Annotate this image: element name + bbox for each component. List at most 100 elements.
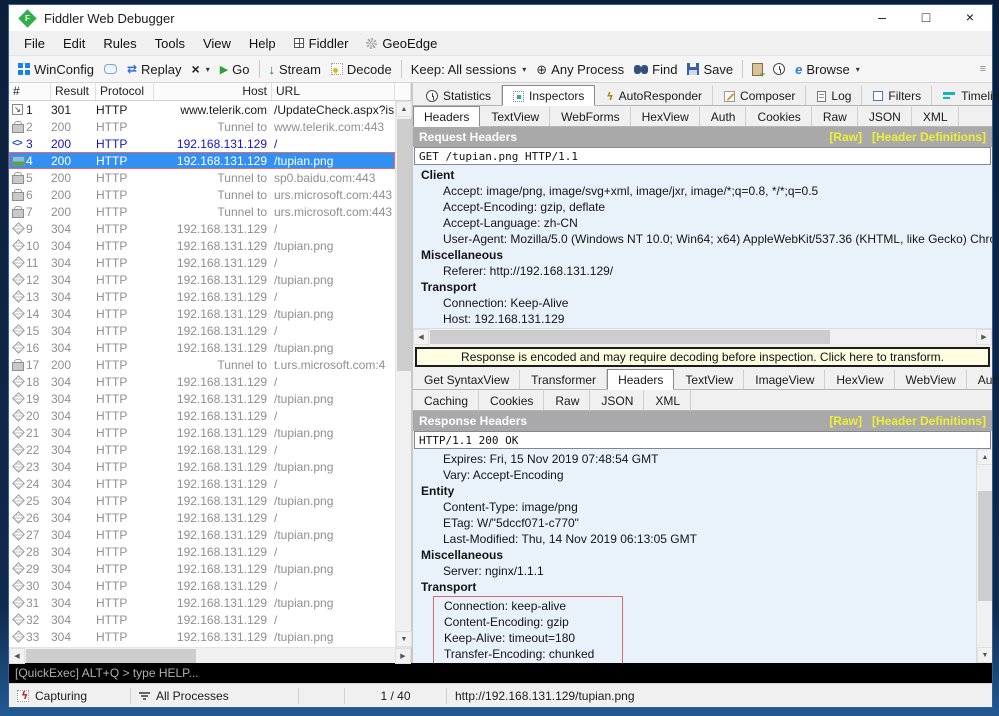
capturing-toggle[interactable]: Capturing <box>9 688 131 704</box>
scrollbar-thumb[interactable] <box>397 119 411 371</box>
tab-inspectors[interactable]: Inspectors <box>502 85 595 106</box>
process-filter[interactable]: All Processes <box>131 688 299 704</box>
maximize-button[interactable]: □ <box>904 5 948 31</box>
session-row-14[interactable]: 14304HTTP192.168.131.129/tupian.png <box>9 305 395 322</box>
header-group[interactable]: Miscellaneous <box>413 547 976 563</box>
session-row-27[interactable]: 27304HTTP192.168.131.129/tupian.png <box>9 526 395 543</box>
tab-xml[interactable]: XML <box>644 390 691 410</box>
tab-json[interactable]: JSON <box>858 106 912 126</box>
scrollbar-thumb[interactable] <box>978 491 992 601</box>
session-row-25[interactable]: 25304HTTP192.168.131.129/tupian.png <box>9 492 395 509</box>
tab-timeline[interactable]: Timeline <box>932 85 999 105</box>
menu-fiddler[interactable]: Fiddler <box>285 34 358 53</box>
tab-cookies[interactable]: Cookies <box>479 390 544 410</box>
keep-sessions-dropdown[interactable]: Keep: All sessions▾ <box>406 60 532 79</box>
tab-webview[interactable]: WebView <box>895 369 967 389</box>
tab-get-syntaxview[interactable]: Get SyntaxView <box>413 369 520 389</box>
screenshot-button[interactable] <box>747 61 768 78</box>
session-row-16[interactable]: 16304HTTP192.168.131.129/tupian.png <box>9 339 395 356</box>
raw-link[interactable]: [Raw] <box>829 414 862 428</box>
session-row-9[interactable]: 9304HTTP192.168.131.129/ <box>9 220 395 237</box>
session-row-20[interactable]: 20304HTTP192.168.131.129/ <box>9 407 395 424</box>
comment-button[interactable] <box>99 62 122 76</box>
session-row-17[interactable]: 17200HTTPTunnel tot.urs.microsoft.com:4 <box>9 356 395 373</box>
session-row-13[interactable]: 13304HTTP192.168.131.129/ <box>9 288 395 305</box>
column-header-number[interactable]: # <box>9 83 51 100</box>
session-row-3[interactable]: <>3200HTTP192.168.131.129/ <box>9 135 395 152</box>
scroll-right-icon[interactable]: ▶ <box>976 329 992 345</box>
timer-button[interactable] <box>768 61 790 77</box>
tab-cookies[interactable]: Cookies <box>746 106 811 126</box>
stream-button[interactable]: ↓Stream <box>264 60 326 79</box>
session-row-15[interactable]: 15304HTTP192.168.131.129/ <box>9 322 395 339</box>
quickexec-bar[interactable]: [QuickExec] ALT+Q > type HELP... <box>9 663 992 683</box>
tab-autoresponder[interactable]: AutoResponder <box>595 85 713 105</box>
winconfig-button[interactable]: WinConfig <box>13 60 99 79</box>
tab-webforms[interactable]: WebForms <box>550 106 630 126</box>
session-list-vertical-scrollbar[interactable]: ▲ ▼ <box>395 101 411 647</box>
response-encoded-notice[interactable]: Response is encoded and may require deco… <box>415 347 990 367</box>
browse-button[interactable]: eBrowse▾ <box>790 60 865 79</box>
session-row-10[interactable]: 10304HTTP192.168.131.129/tupian.png <box>9 237 395 254</box>
save-button[interactable]: Save <box>682 60 738 79</box>
header-group[interactable]: Transport <box>413 279 992 295</box>
session-row-11[interactable]: 11304HTTP192.168.131.129/ <box>9 254 395 271</box>
session-row-6[interactable]: 6200HTTPTunnel tours.microsoft.com:443 <box>9 186 395 203</box>
column-header-protocol[interactable]: Protocol <box>96 83 154 100</box>
tab-textview[interactable]: TextView <box>480 106 550 126</box>
menu-help[interactable]: Help <box>240 34 285 53</box>
column-header-url[interactable]: URL <box>272 83 395 100</box>
tab-statistics[interactable]: Statistics <box>415 85 502 105</box>
scroll-down-icon[interactable]: ▼ <box>396 631 412 647</box>
tab-auth[interactable]: Auth <box>700 106 747 126</box>
session-row-21[interactable]: 21304HTTP192.168.131.129/tupian.png <box>9 424 395 441</box>
session-row-7[interactable]: 7200HTTPTunnel tours.microsoft.com:443 <box>9 203 395 220</box>
request-horizontal-scrollbar[interactable]: ◀ ▶ <box>413 328 992 344</box>
scroll-up-icon[interactable]: ▲ <box>396 101 412 117</box>
tab-transformer[interactable]: Transformer <box>520 369 607 389</box>
session-row-32[interactable]: 32304HTTP192.168.131.129/ <box>9 611 395 628</box>
tab-composer[interactable]: Composer <box>713 85 806 105</box>
scrollbar-thumb[interactable] <box>26 649 196 663</box>
tab-json[interactable]: JSON <box>590 390 644 410</box>
raw-link[interactable]: [Raw] <box>829 130 862 144</box>
response-vertical-scrollbar[interactable]: ▲ ▼ <box>976 449 992 663</box>
session-list-horizontal-scrollbar[interactable]: ◀ ▶ <box>9 647 411 663</box>
menu-geoedge[interactable]: GeoEdge <box>357 34 446 53</box>
session-row-1[interactable]: ↘1301HTTPwww.telerik.com/UpdateCheck.asp… <box>9 101 395 118</box>
decode-button[interactable]: Decode <box>326 60 397 79</box>
scrollbar-thumb[interactable] <box>430 330 830 344</box>
session-row-33[interactable]: 33304HTTP192.168.131.129/tupian.png <box>9 628 395 645</box>
header-group[interactable]: Client <box>413 167 992 183</box>
session-row-30[interactable]: 30304HTTP192.168.131.129/ <box>9 577 395 594</box>
close-button[interactable]: × <box>948 5 992 31</box>
header-group[interactable]: Transport <box>413 579 976 595</box>
column-header-host[interactable]: Host <box>154 83 272 100</box>
tab-raw[interactable]: Raw <box>544 390 590 410</box>
tab-xml[interactable]: XML <box>912 106 959 126</box>
scroll-left-icon[interactable]: ◀ <box>9 648 25 664</box>
replay-button[interactable]: ⇄Replay <box>122 60 187 79</box>
tab-headers[interactable]: Headers <box>413 106 480 127</box>
scroll-up-icon[interactable]: ▲ <box>977 449 992 465</box>
session-row-2[interactable]: 2200HTTPTunnel towww.telerik.com:443 <box>9 118 395 135</box>
tab-raw[interactable]: Raw <box>812 106 858 126</box>
session-row-19[interactable]: 19304HTTP192.168.131.129/tupian.png <box>9 390 395 407</box>
session-row-26[interactable]: 26304HTTP192.168.131.129/ <box>9 509 395 526</box>
session-row-18[interactable]: 18304HTTP192.168.131.129/ <box>9 373 395 390</box>
tab-imageview[interactable]: ImageView <box>744 369 825 389</box>
session-row-22[interactable]: 22304HTTP192.168.131.129/ <box>9 441 395 458</box>
toolbar-overflow[interactable]: ≡ <box>980 63 988 75</box>
scroll-left-icon[interactable]: ◀ <box>413 329 429 345</box>
find-button[interactable]: Find <box>629 60 682 79</box>
session-row-4[interactable]: 4200HTTP192.168.131.129/tupian.png <box>9 152 395 169</box>
column-header-result[interactable]: Result <box>51 83 96 100</box>
tab-hexview[interactable]: HexView <box>825 369 894 389</box>
menu-tools[interactable]: Tools <box>146 34 194 53</box>
any-process-button[interactable]: ⊕Any Process <box>531 60 629 79</box>
header-definitions-link[interactable]: [Header Definitions] <box>872 130 986 144</box>
go-button[interactable]: ▶Go <box>215 60 255 79</box>
session-row-23[interactable]: 23304HTTP192.168.131.129/tupian.png <box>9 458 395 475</box>
session-row-29[interactable]: 29304HTTP192.168.131.129/tupian.png <box>9 560 395 577</box>
scroll-right-icon[interactable]: ▶ <box>395 648 411 664</box>
